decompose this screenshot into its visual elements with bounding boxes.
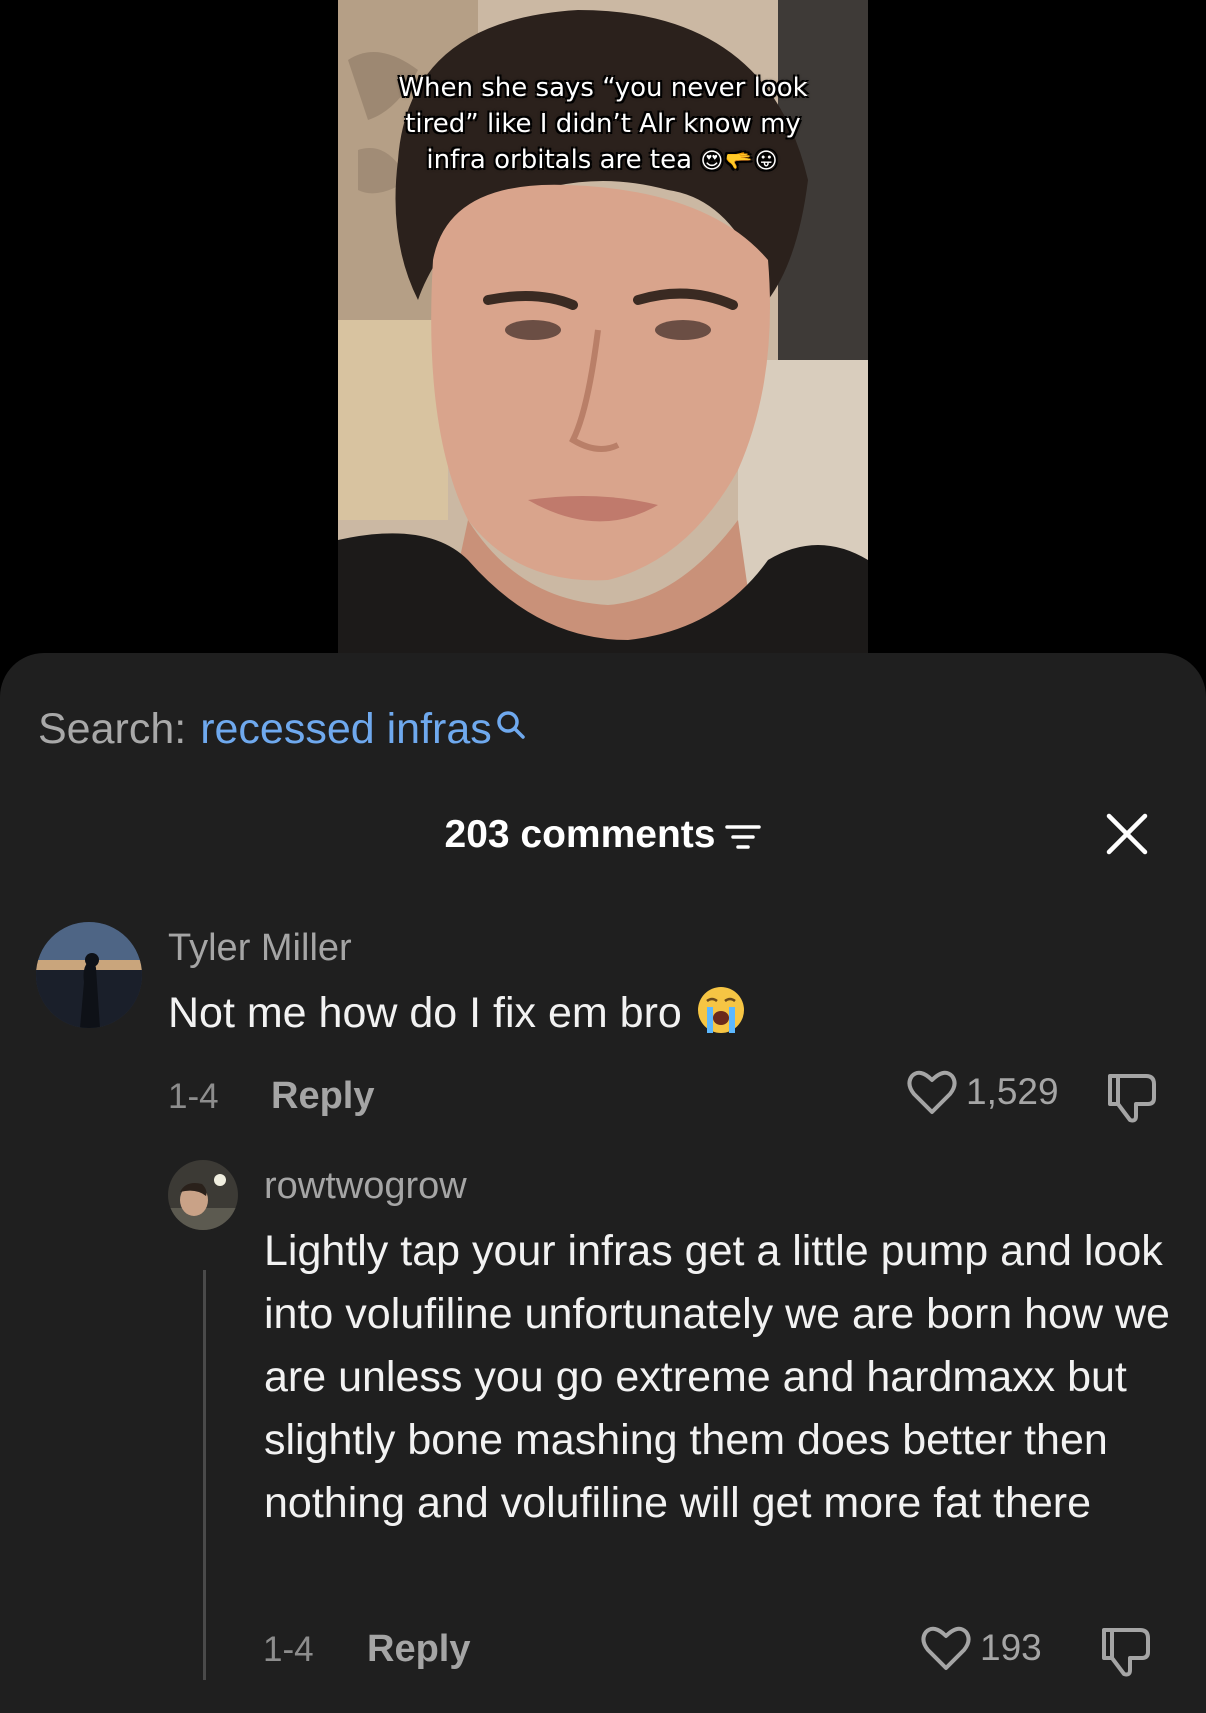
search-term-link[interactable]: recessed infras [200, 705, 492, 754]
close-icon[interactable] [1104, 811, 1150, 857]
comments-header: 203 comments [0, 813, 1206, 873]
comment-count-title: 203 comments [0, 813, 1206, 857]
avatar[interactable] [36, 922, 142, 1028]
comment-date: 1-4 [263, 1630, 314, 1669]
caption-emojis: 😍🫳😛 [700, 149, 780, 174]
video-area[interactable]: When she says “you never look tired” lik… [0, 0, 1206, 660]
filter-icon[interactable] [725, 819, 762, 851]
comment-username[interactable]: rowtwogrow [264, 1165, 467, 1208]
reply-thread-line [203, 1270, 206, 1680]
like-button[interactable]: 1,529 [906, 1068, 1059, 1116]
dislike-icon[interactable] [1106, 1070, 1160, 1124]
reply-button[interactable]: Reply [271, 1075, 374, 1118]
search-icon[interactable] [496, 702, 526, 739]
heart-icon [907, 1070, 957, 1114]
search-suggestion[interactable]: Search: recessed infras [38, 701, 526, 757]
reply-button[interactable]: Reply [367, 1628, 470, 1671]
like-button[interactable]: 193 [920, 1624, 1042, 1672]
video-frame[interactable]: When she says “you never look tired” lik… [338, 0, 868, 660]
heart-icon [921, 1626, 971, 1670]
search-prefix: Search: [38, 704, 187, 753]
avatar[interactable] [168, 1160, 238, 1230]
like-count: 193 [980, 1627, 1042, 1668]
comment-body: Not me how do I fix em bro [168, 989, 682, 1037]
comment-text: Lightly tap your infras get a little pum… [264, 1220, 1184, 1535]
comment-text: Not me how do I fix em bro [168, 982, 1168, 1045]
dislike-icon[interactable] [1100, 1624, 1154, 1678]
comment-username[interactable]: Tyler Miller [168, 927, 352, 970]
crying-emoji-icon [697, 987, 744, 1033]
video-caption: When she says “you never look tired” lik… [378, 70, 828, 180]
like-count: 1,529 [966, 1071, 1059, 1112]
comment-body: Lightly tap your infras get a little pum… [264, 1227, 1170, 1527]
comment-date: 1-4 [168, 1077, 219, 1116]
comment-count-label: 203 comments [444, 813, 716, 856]
